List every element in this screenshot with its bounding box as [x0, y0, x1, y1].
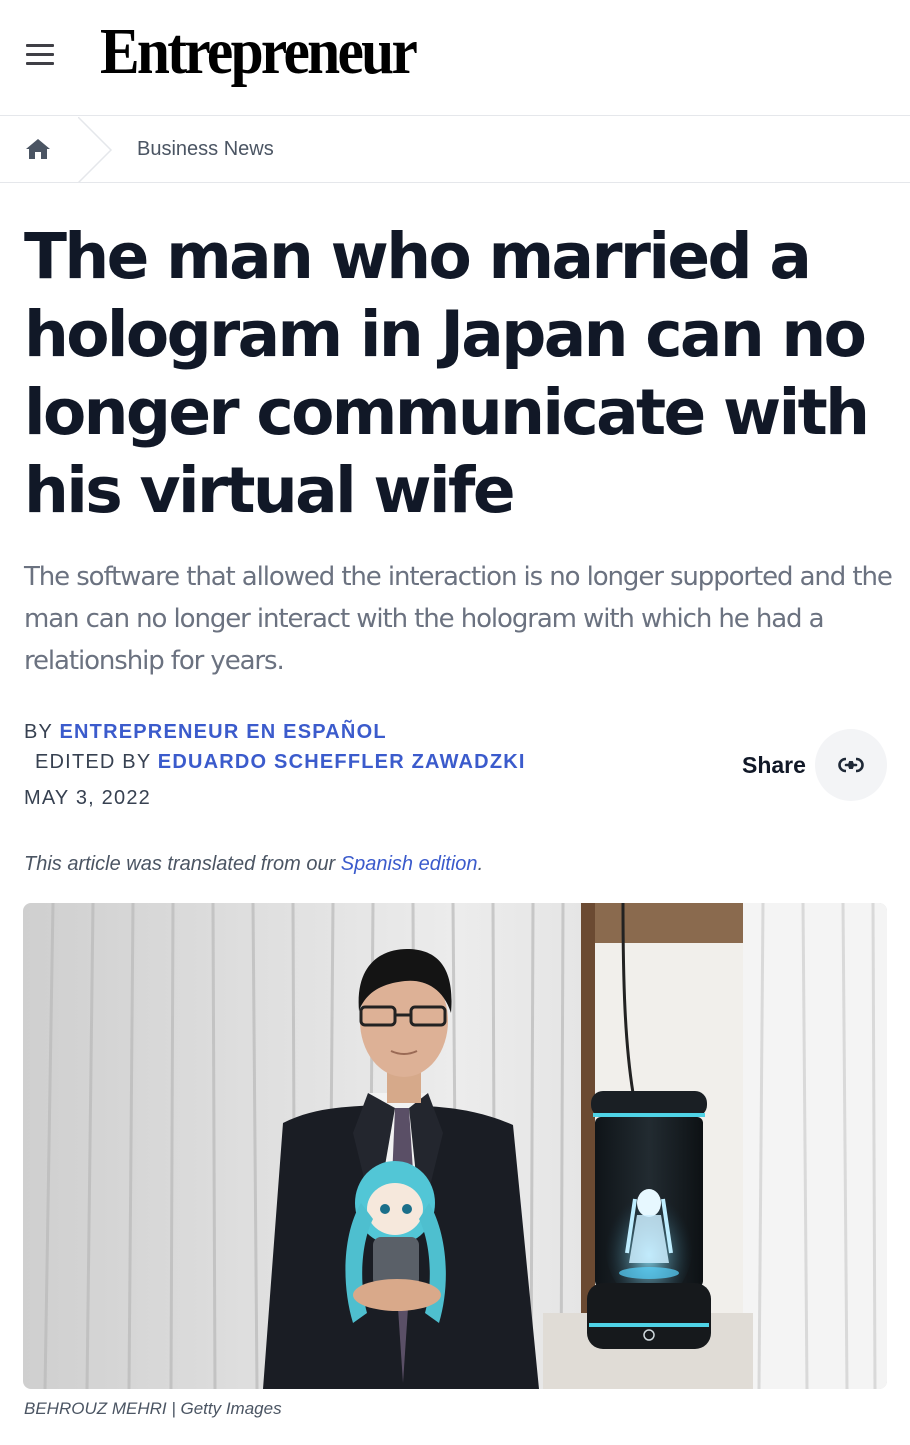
publish-date: MAY 3, 2022 — [24, 787, 151, 809]
translation-note-text: This article was translated from our — [24, 853, 341, 875]
author-link[interactable]: ENTREPRENEUR EN ESPAÑOL — [59, 721, 386, 743]
site-header: Entrepreneur ® — [0, 0, 910, 116]
home-icon[interactable] — [25, 137, 51, 161]
translation-note: This article was translated from our Spa… — [24, 852, 483, 876]
site-logo[interactable]: Entrepreneur — [100, 12, 418, 92]
registered-mark: ® — [400, 68, 406, 75]
editor-link[interactable]: EDUARDO SCHEFFLER ZAWADZKI — [158, 751, 526, 773]
link-icon — [838, 756, 864, 774]
breadcrumb-separator — [78, 117, 113, 183]
share-label[interactable]: Share — [742, 752, 806, 778]
hamburger-menu-icon[interactable] — [26, 42, 56, 68]
hero-photo-illustration — [23, 903, 887, 1389]
byline-author: BY ENTREPRENEUR EN ESPAÑOL — [24, 720, 387, 744]
spanish-edition-link[interactable]: Spanish edition — [341, 853, 478, 875]
article-headline: The man who married a hologram in Japan … — [24, 220, 870, 527]
byline-editor: EDITED BY EDUARDO SCHEFFLER ZAWADZKI — [35, 750, 526, 774]
image-caption: BEHROUZ MEHRI | Getty Images — [24, 1399, 282, 1418]
breadcrumb-business-news[interactable]: Business News — [137, 137, 274, 161]
share-link-button[interactable] — [815, 729, 887, 801]
by-prefix: BY — [24, 721, 53, 743]
article-hero-image[interactable] — [23, 903, 887, 1389]
translation-note-period: . — [477, 853, 484, 875]
edited-by-prefix: EDITED BY — [35, 751, 152, 773]
article-dek: The software that allowed the interactio… — [24, 562, 893, 676]
breadcrumb: Business News — [0, 117, 910, 183]
